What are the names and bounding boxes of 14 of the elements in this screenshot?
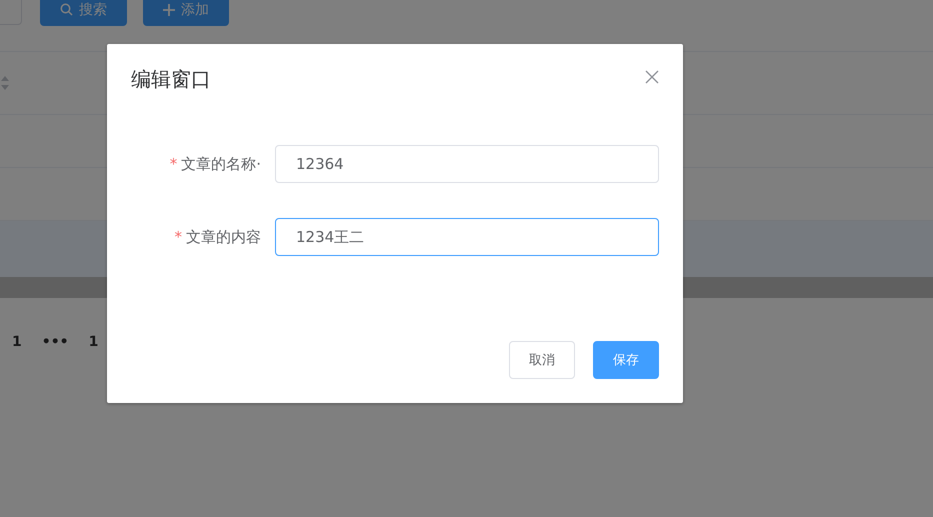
text-field[interactable]: 1234王二 [275, 218, 659, 256]
page-number[interactable]: 1 [88, 334, 98, 350]
page-number[interactable]: 1 [12, 334, 22, 350]
field-label: * 文章的内容 [174, 228, 262, 246]
search-icon [60, 3, 73, 16]
cancel-button[interactable]: 取消 [509, 341, 575, 379]
sort-icon[interactable] [0, 75, 10, 91]
plus-icon [163, 4, 175, 16]
save-button[interactable]: 保存 [593, 341, 659, 379]
dialog-title: 编辑窗口 [131, 66, 211, 93]
text-field[interactable]: 12364 [275, 145, 659, 183]
page-number[interactable]: ••• [42, 334, 69, 350]
close-icon[interactable] [645, 70, 659, 84]
field-label: * 文章的名称· [168, 154, 262, 174]
